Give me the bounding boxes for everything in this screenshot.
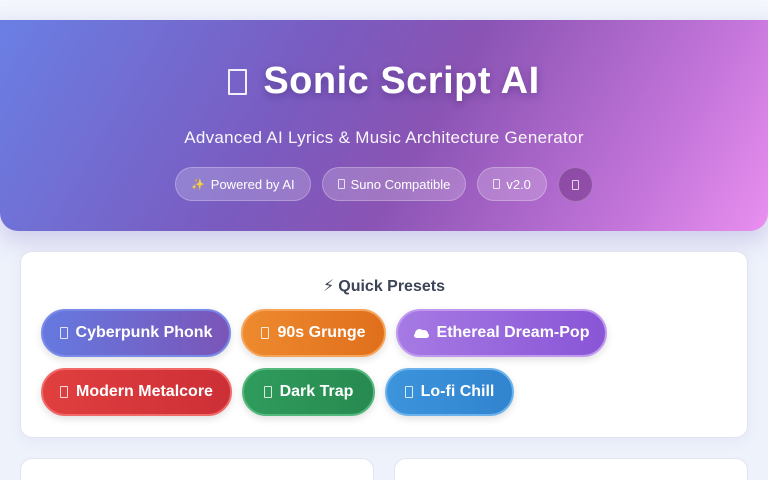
page-subtitle: Advanced AI Lyrics & Music Architecture …: [184, 128, 584, 147]
preset-lo-fi-chill-button[interactable]: Lo-fi Chill: [385, 368, 514, 416]
input-panel-card: [20, 458, 374, 480]
lightning-bolt-icon: ⚡: [323, 278, 335, 295]
badge-label: Powered by AI: [210, 176, 295, 192]
quick-presets-card: ⚡ Quick Presets Cyberpunk Phonk 90s Grung…: [20, 251, 748, 438]
badge-suno-compatible: Suno Compatible: [321, 167, 467, 201]
music-note-icon: [337, 179, 345, 189]
preset-label: Dark Trap: [279, 383, 354, 400]
skull-icon: [60, 386, 69, 398]
preset-modern-metalcore-button[interactable]: Modern Metalcore: [41, 368, 232, 416]
preset-label: Ethereal Dream-Pop: [436, 324, 590, 341]
quick-presets-title: ⚡ Quick Presets: [21, 276, 747, 296]
preset-cyberpunk-phonk-button[interactable]: Cyberpunk Phonk: [41, 309, 231, 357]
output-panel-card: [394, 458, 748, 480]
tag-icon: [493, 179, 501, 189]
preset-90s-grunge-button[interactable]: 90s Grunge: [241, 309, 386, 357]
top-strip: [0, 0, 768, 20]
theme-toggle-icon: [571, 179, 579, 190]
preset-ethereal-dream-pop-button[interactable]: Ethereal Dream-Pop: [396, 309, 607, 357]
coffee-icon: [404, 386, 413, 398]
page-title-text: Sonic Script AI: [263, 60, 540, 102]
preset-label: 90s Grunge: [277, 324, 366, 341]
badge-row: ✨ Powered by AI Suno Compatible v2.0: [0, 167, 768, 202]
badge-version: v2.0: [477, 167, 547, 201]
preset-label: Lo-fi Chill: [420, 383, 495, 400]
badge-powered-by-ai: ✨ Powered by AI: [175, 167, 311, 201]
badge-label: Suno Compatible: [350, 176, 451, 192]
moon-icon: [263, 386, 272, 398]
theme-toggle-button[interactable]: [557, 167, 593, 202]
hero-header: Sonic Script AI Advanced AI Lyrics & Mus…: [0, 20, 768, 231]
page-title: Sonic Script AI: [0, 60, 768, 103]
preset-label: Cyberpunk Phonk: [75, 324, 213, 341]
preset-label: Modern Metalcore: [76, 383, 213, 400]
badge-label: v2.0: [506, 176, 531, 192]
cloud-icon: [413, 328, 429, 338]
sparkles-icon: ✨: [191, 178, 205, 191]
quick-presets-title-text: Quick Presets: [338, 278, 445, 295]
guitar-icon: [261, 327, 270, 339]
preset-dark-trap-button[interactable]: Dark Trap: [242, 368, 375, 416]
robot-icon: [59, 327, 68, 339]
missing-glyph-icon: [228, 68, 248, 95]
